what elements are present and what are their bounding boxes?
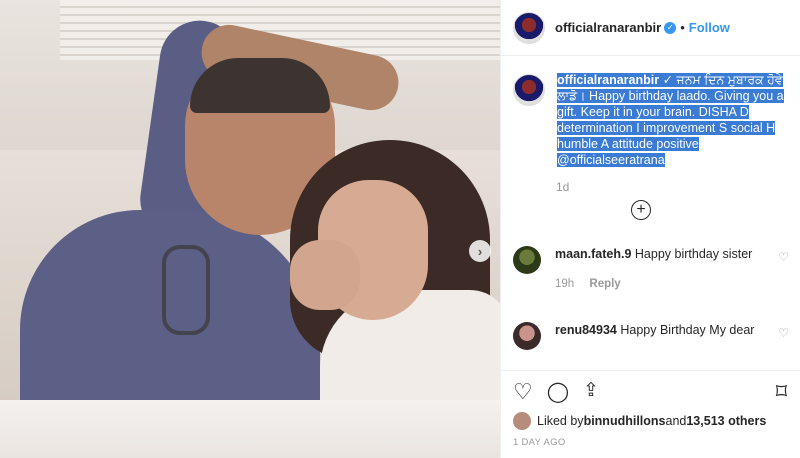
reply-button[interactable]: Reply — [589, 278, 620, 290]
separator-dot: • — [680, 20, 685, 35]
next-photo-chevron-icon[interactable]: › — [469, 240, 491, 262]
comment-like-heart-icon[interactable]: ♡ — [778, 326, 789, 340]
likes-prefix: Liked by — [537, 414, 584, 428]
photo-blanket — [0, 400, 500, 458]
liker-avatar[interactable] — [513, 412, 531, 430]
post-time-ago: 1d — [556, 180, 570, 194]
author-username[interactable]: officialranaranbir — [555, 20, 661, 35]
post-caption: officialranaranbir ✓ ਜਨਮ ਦਿਨ ਮੁਬਾਰਕ ਹੋਵੇ… — [513, 72, 793, 168]
comment-avatar[interactable] — [513, 322, 541, 350]
author-avatar[interactable] — [513, 11, 545, 44]
photo-glasses — [162, 245, 210, 335]
comment-text: Happy Birthday My dear — [620, 323, 755, 337]
caption-text-block: officialranaranbir ✓ ਜਨਮ ਦਿਨ ਮੁਬਾਰਕ ਹੋਵੇ… — [557, 72, 793, 168]
photo-man-hair — [190, 58, 330, 113]
post-panel: officialranaranbir ✓ • Follow officialra… — [500, 0, 800, 458]
comment-bubble-icon[interactable]: ◯ — [547, 379, 569, 405]
save-bookmark-icon[interactable]: ⌑ — [776, 379, 787, 405]
verified-badge-icon: ✓ — [664, 21, 677, 34]
post-header: officialranaranbir ✓ • Follow — [501, 0, 800, 56]
comment-item: maan.fateh.9 Happy birthday sister 19h R… — [513, 246, 789, 292]
liker-username[interactable]: binnudhillons — [584, 414, 666, 428]
comment-avatar[interactable] — [513, 246, 541, 274]
post-photo[interactable]: › — [0, 0, 500, 458]
caption-username[interactable]: officialranaranbir — [557, 73, 660, 87]
likes-count[interactable]: 13,513 others — [686, 414, 766, 428]
photo-woman-hand — [290, 240, 360, 310]
comment-meta: 19h Reply — [555, 276, 755, 292]
comment-username[interactable]: renu84934 — [555, 323, 617, 337]
likes-middle: and — [665, 414, 687, 428]
load-more-comments-plus-icon[interactable]: + — [631, 200, 651, 220]
likes-summary: Liked by binnudhillons and 13,513 others — [513, 412, 766, 430]
post-date[interactable]: 1 DAY AGO — [513, 437, 566, 448]
caption-text: ਜਨਮ ਦਿਨ ਮੁਬਾਰਕ ਹੋਵੇ ਲਾਡੋ। Happy birthday… — [557, 73, 784, 167]
action-bar: ♡ ◯ ⇪ — [513, 379, 599, 405]
comment-body: maan.fateh.9 Happy birthday sister 19h R… — [555, 246, 755, 292]
post-footer: ♡ ◯ ⇪ ⌑ Liked by binnudhillons and 13,51… — [501, 370, 800, 458]
follow-button[interactable]: Follow — [689, 20, 730, 35]
caption-verified-badge-icon: ✓ — [659, 73, 677, 87]
comment-text: Happy birthday sister — [634, 247, 753, 261]
comment-body: renu84934 Happy Birthday My dear — [555, 322, 755, 350]
like-heart-icon[interactable]: ♡ — [513, 379, 533, 405]
share-upload-icon[interactable]: ⇪ — [583, 379, 599, 405]
caption-avatar[interactable] — [513, 74, 545, 106]
comment-username[interactable]: maan.fateh.9 — [555, 247, 631, 261]
comment-age: 19h — [555, 278, 575, 290]
comment-item: renu84934 Happy Birthday My dear ♡ — [513, 322, 789, 350]
comment-like-heart-icon[interactable]: ♡ — [778, 250, 789, 264]
